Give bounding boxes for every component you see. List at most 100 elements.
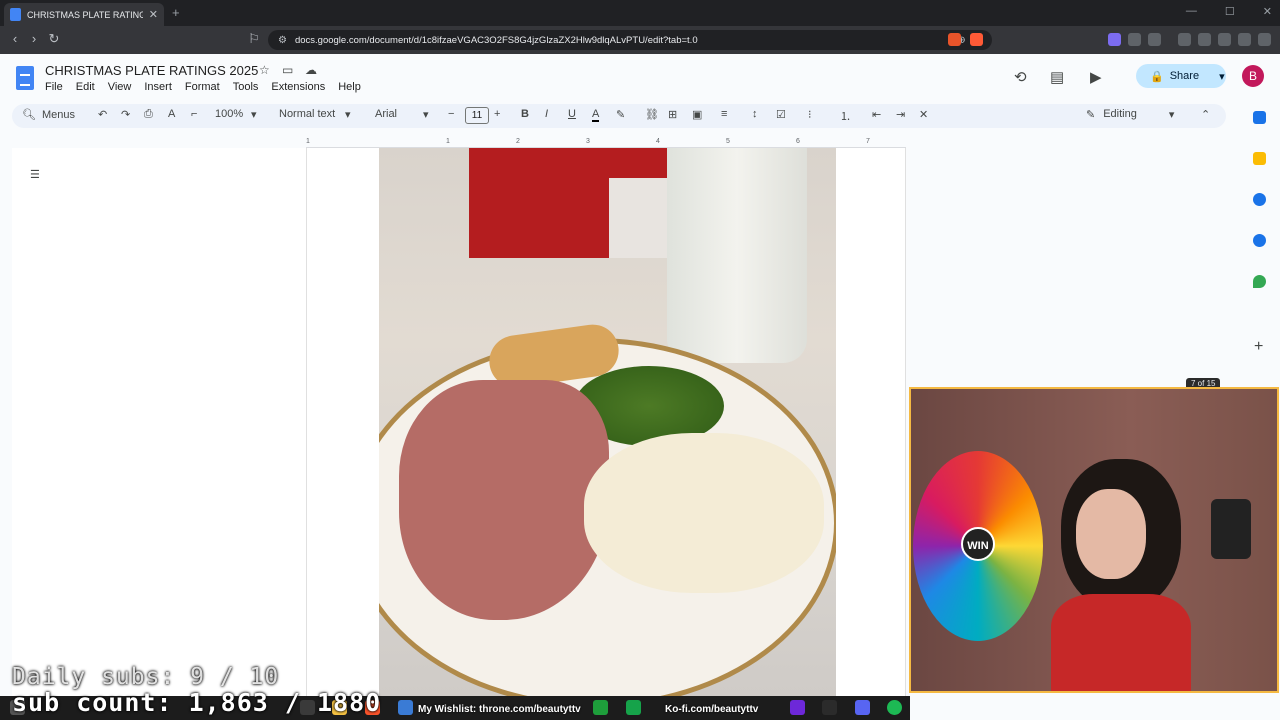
menu-tools[interactable]: Tools xyxy=(233,81,259,93)
taskbar-app-icon[interactable] xyxy=(398,700,413,715)
sidebar-icon[interactable] xyxy=(1178,33,1191,46)
minimize-icon[interactable]: — xyxy=(1186,5,1197,18)
taskbar-app-icon[interactable] xyxy=(593,700,608,715)
menu-view[interactable]: View xyxy=(108,81,132,93)
increase-indent-icon[interactable]: ⇥ xyxy=(896,108,905,121)
brave-rewards-icon[interactable] xyxy=(970,33,983,46)
menu-insert[interactable]: Insert xyxy=(144,81,172,93)
brave-shield-icon[interactable] xyxy=(948,33,961,46)
keep-icon[interactable] xyxy=(1253,152,1266,165)
redo-icon[interactable]: ↷ xyxy=(121,108,130,121)
meet-icon[interactable]: ▶ xyxy=(1090,68,1102,86)
outline-icon[interactable]: ☰ xyxy=(30,168,40,181)
increase-font-icon[interactable]: + xyxy=(494,108,500,120)
insert-image-icon[interactable]: ▣ xyxy=(692,108,702,121)
share-button[interactable]: 🔒 Share ▾ xyxy=(1136,64,1226,88)
editing-mode-select[interactable]: ✎ Editing ▾ xyxy=(1086,108,1174,121)
chevron-down-icon: ▾ xyxy=(1168,109,1175,121)
close-tab-icon[interactable]: ✕ xyxy=(149,8,158,21)
link-icon[interactable]: ⛓ xyxy=(645,108,659,121)
menu-file[interactable]: File xyxy=(45,81,63,93)
highlight-icon[interactable]: ✎ xyxy=(616,108,625,121)
puzzle-icon[interactable] xyxy=(1128,33,1141,46)
taskbar-app-icon[interactable] xyxy=(626,700,641,715)
menu-extensions[interactable]: Extensions xyxy=(271,81,325,93)
undo-icon[interactable]: ↶ xyxy=(98,108,107,121)
vpn-icon[interactable] xyxy=(1238,33,1251,46)
underline-icon[interactable]: U xyxy=(568,108,576,120)
url-text: docs.google.com/document/d/1c8ifzaeVGAC3… xyxy=(294,34,698,46)
paint-format-icon[interactable]: ⌐ xyxy=(191,108,197,120)
bookmark-icon[interactable]: ⚐ xyxy=(246,31,262,47)
discord-icon[interactable] xyxy=(855,700,870,715)
reload-icon[interactable]: ↻ xyxy=(46,31,62,47)
new-tab-button[interactable]: + xyxy=(172,5,180,20)
zoom-select[interactable]: 100% xyxy=(215,108,243,120)
obs-icon[interactable] xyxy=(822,700,837,715)
chevron-down-icon[interactable]: ▾ xyxy=(423,108,429,121)
add-addon-icon[interactable]: + xyxy=(1254,338,1263,356)
move-folder-icon[interactable]: ▭ xyxy=(282,63,293,77)
extension-icon[interactable] xyxy=(1108,33,1121,46)
italic-icon[interactable]: I xyxy=(545,108,548,120)
forward-icon[interactable]: › xyxy=(26,31,42,47)
font-size-input[interactable]: 11 xyxy=(465,107,489,124)
streamer-dress xyxy=(1051,594,1191,691)
menu-format[interactable]: Format xyxy=(185,81,220,93)
avatar[interactable]: B xyxy=(1242,65,1264,87)
font-select[interactable]: Arial xyxy=(375,108,397,120)
align-icon[interactable]: ≡ xyxy=(721,108,727,120)
print-icon[interactable]: ⎙ xyxy=(144,108,153,121)
spotify-icon[interactable] xyxy=(887,700,902,715)
version-history-icon[interactable]: ⟲ xyxy=(1014,68,1027,86)
tab-title: CHRISTMAS PLATE RATINGS 20... xyxy=(27,9,143,20)
url-field[interactable]: ⚙ docs.google.com/document/d/1c8ifzaeVGA… xyxy=(268,30,992,50)
maps-icon[interactable] xyxy=(1253,275,1266,288)
chevron-down-icon[interactable]: ▾ xyxy=(251,108,257,121)
maximize-icon[interactable]: ☐ xyxy=(1225,5,1235,18)
sub-count-counter: sub count: 1,863 / 1880 xyxy=(12,688,382,717)
menu-edit[interactable]: Edit xyxy=(76,81,95,93)
document-title[interactable]: CHRISTMAS PLATE RATINGS 2025 xyxy=(45,63,258,78)
bold-icon[interactable]: B xyxy=(521,108,529,120)
ruler-tick: 5 xyxy=(726,138,730,145)
add-comment-icon[interactable]: ⊞ xyxy=(668,108,677,121)
chevron-down-icon[interactable]: ▾ xyxy=(345,108,351,121)
wallet-icon[interactable] xyxy=(1198,33,1211,46)
leo-icon[interactable] xyxy=(1218,33,1231,46)
docs-header xyxy=(0,54,1280,104)
docs-logo-icon[interactable] xyxy=(16,66,34,90)
clear-formatting-icon[interactable]: ✕ xyxy=(919,108,928,121)
plate-photo[interactable] xyxy=(379,148,836,696)
cloud-status-icon[interactable]: ☁ xyxy=(305,63,317,77)
browser-menu-icon[interactable] xyxy=(1258,33,1271,46)
line-spacing-icon[interactable]: ↕ xyxy=(752,108,758,120)
search-menus-button[interactable]: 🔍︎ Menus xyxy=(22,108,75,122)
tasks-icon[interactable] xyxy=(1253,193,1266,206)
comments-icon[interactable]: ▤ xyxy=(1050,68,1064,86)
numbered-list-icon[interactable]: ⒈ xyxy=(840,108,851,124)
collapse-menus-icon[interactable]: ⌃ xyxy=(1201,108,1210,121)
back-icon[interactable]: ‹ xyxy=(7,31,23,47)
close-window-icon[interactable]: ✕ xyxy=(1263,5,1272,18)
taskbar-app-icon[interactable] xyxy=(790,700,805,715)
text-color-icon[interactable]: A xyxy=(592,108,600,122)
chevron-down-icon[interactable]: ▾ xyxy=(1219,70,1225,83)
style-select[interactable]: Normal text xyxy=(279,108,335,120)
ruler-tick: 3 xyxy=(586,138,590,145)
star-icon[interactable]: ☆ xyxy=(259,63,270,77)
site-info-icon[interactable]: ⚙ xyxy=(278,35,287,46)
extension-icon[interactable] xyxy=(1148,33,1161,46)
spellcheck-icon[interactable]: A xyxy=(168,108,175,120)
bulleted-list-icon[interactable]: ⁝ xyxy=(808,108,812,121)
browser-tab[interactable]: CHRISTMAS PLATE RATINGS 20... ✕ xyxy=(4,3,164,26)
menu-help[interactable]: Help xyxy=(338,81,361,93)
calendar-icon[interactable] xyxy=(1253,111,1266,124)
contacts-icon[interactable] xyxy=(1253,234,1266,247)
kofi-overlay: Ko-fi.com/beautyttv xyxy=(665,704,759,715)
decrease-font-icon[interactable]: − xyxy=(448,108,454,120)
decrease-indent-icon[interactable]: ⇤ xyxy=(872,108,881,121)
checklist-icon[interactable]: ☑ xyxy=(776,108,786,121)
wishlist-overlay: My Wishlist: throne.com/beautyttv xyxy=(418,704,581,715)
menus-label: Menus xyxy=(41,108,75,121)
